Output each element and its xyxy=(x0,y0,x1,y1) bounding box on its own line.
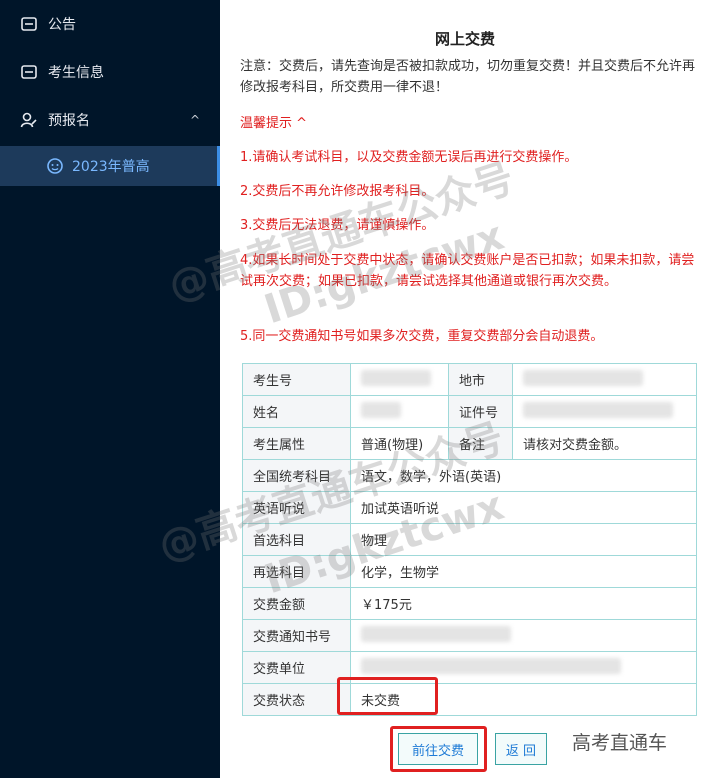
name-value xyxy=(350,395,449,428)
table-row: 再选科目 化学，生物学 xyxy=(242,555,697,588)
sidebar-item-pre-registration[interactable]: 预报名 ^ xyxy=(0,96,220,144)
tip-item: 3.交费后无法退费，请谨慎操作。 xyxy=(240,218,435,233)
table-row: 首选科目 物理 xyxy=(242,523,697,556)
redacted-value xyxy=(522,401,673,418)
table-cell: 备注 xyxy=(447,427,513,460)
table-cell: 交费单位 xyxy=(242,651,351,684)
table-row: 考生属性 普通(物理) 备注 请核对交费金额。 xyxy=(242,427,698,460)
city-value xyxy=(511,363,698,396)
id-value xyxy=(511,395,698,428)
table-cell: 证件号 xyxy=(447,395,513,428)
redacted-value xyxy=(361,369,431,386)
table-row: 交费金额 ￥175元 xyxy=(242,587,697,620)
redacted-value xyxy=(361,657,621,674)
table-cell: 首选科目 xyxy=(242,523,351,556)
table-row: 交费状态 未交费 xyxy=(242,683,697,716)
tip-item: 4.如果长时间处于交费中状态，请确认交费账户是否已扣款；如果未扣款，请尝试再次交… xyxy=(240,253,695,289)
table-cell: 姓名 xyxy=(242,395,351,428)
sidebar-subitem-2023[interactable]: 2023年普高 xyxy=(0,146,220,186)
table-cell: 全国统考科目 xyxy=(242,459,351,492)
go-pay-button[interactable]: 前往交费 xyxy=(398,733,478,765)
sidebar-item-student-info[interactable]: 考生信息 xyxy=(0,48,220,96)
payment-notice: 注意：交费后，请先查询是否被扣款成功，切勿重复交费！并且交费后不允许再修改报考科… xyxy=(240,59,696,95)
sidebar-item-announcement[interactable]: 公告 xyxy=(0,0,220,48)
sidebar-item-label: 公告 xyxy=(48,17,76,33)
table-cell: 交费通知书号 xyxy=(242,619,351,652)
first-subject-value: 物理 xyxy=(350,523,697,556)
tip-item: 5.同一交费通知书号如果多次交费，重复交费部分会自动退费。 xyxy=(240,329,604,344)
table-row: 交费通知书号 xyxy=(242,619,697,652)
tip-item: 1.请确认考试科目，以及交费金额无误后再进行交费操作。 xyxy=(240,150,578,165)
redacted-value xyxy=(361,401,401,418)
redacted-value xyxy=(361,625,511,642)
national-subjects-value: 语文，数学，外语(英语) xyxy=(350,459,697,492)
tip-item: 2.交费后不再允许修改报考科目。 xyxy=(240,184,435,199)
announcement-icon xyxy=(20,15,38,33)
listening-value: 加试英语听说 xyxy=(350,491,697,524)
sidebar-item-label: 考生信息 xyxy=(48,65,104,81)
chevron-up-icon: ^ xyxy=(189,113,200,127)
tips-toggle[interactable]: 温馨提示 ^ xyxy=(240,112,307,131)
main-content: 网上交费 注意：交费后，请先查询是否被扣款成功，切勿重复交费！并且交费后不允许再… xyxy=(220,0,710,778)
user-edit-icon xyxy=(20,111,38,129)
redacted-value xyxy=(522,369,643,386)
attr-value: 普通(物理) xyxy=(350,427,449,460)
table-row: 英语听说 加试英语听说 xyxy=(242,491,697,524)
table-cell: 英语听说 xyxy=(242,491,351,524)
brand-watermark: 高考直通车 xyxy=(572,732,668,754)
amount-value: ￥175元 xyxy=(350,587,697,620)
table-row: 全国统考科目 语文，数学，外语(英语) xyxy=(242,459,697,492)
remark-value: 请核对交费金额。 xyxy=(511,427,698,460)
notice-number-value xyxy=(350,619,697,652)
sidebar-item-label: 预报名 xyxy=(48,113,90,129)
back-button[interactable]: 返 回 xyxy=(495,733,547,765)
table-cell: 交费状态 xyxy=(242,683,351,716)
table-cell: 考生属性 xyxy=(242,427,351,460)
table-row: 考生号 地市 xyxy=(242,363,698,396)
table-cell: 再选科目 xyxy=(242,555,351,588)
page-title: 网上交费 xyxy=(434,30,495,48)
exam-number-value xyxy=(350,363,449,396)
status-highlight-box xyxy=(337,677,438,715)
table-cell: 交费金额 xyxy=(242,587,351,620)
table-cell: 考生号 xyxy=(242,363,351,396)
id-card-icon xyxy=(20,63,38,81)
face-icon xyxy=(46,157,64,175)
table-row: 交费单位 xyxy=(242,651,697,684)
sidebar: 公告 考生信息 预报名 ^ 2023年普高 xyxy=(0,0,220,778)
table-cell: 地市 xyxy=(447,363,513,396)
sidebar-subitem-label: 2023年普高 xyxy=(72,159,150,175)
payment-info-table: 考生号 地市 姓名 证件号 考生属性 普通(物理) 备注 请核对交费金额。 全国… xyxy=(242,363,698,716)
second-subjects-value: 化学，生物学 xyxy=(350,555,697,588)
table-row: 姓名 证件号 xyxy=(242,395,698,428)
